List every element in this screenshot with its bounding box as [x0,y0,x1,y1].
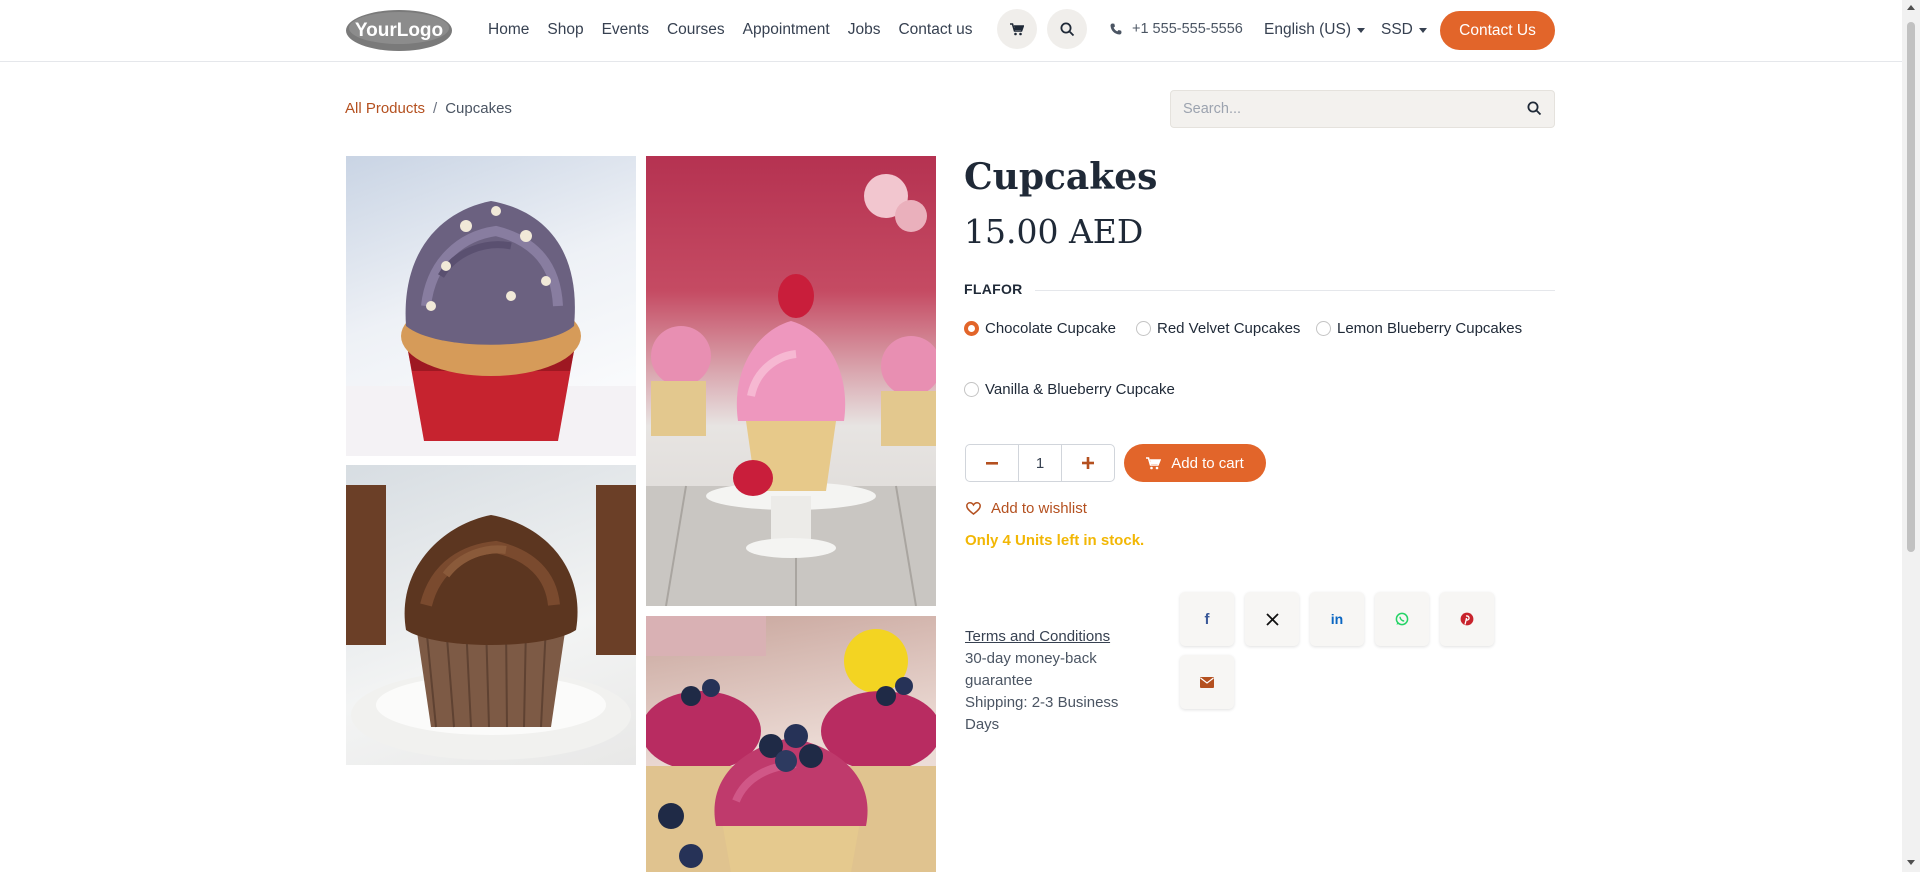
breadcrumb-current: Cupcakes [445,100,512,117]
quantity-input[interactable]: 1 [1018,445,1062,481]
search-input[interactable] [1171,91,1501,127]
breadcrumb-all-products[interactable]: All Products [345,100,425,117]
option-vanilla-blueberry-cupcake[interactable]: Vanilla & Blueberry Cupcake [964,381,1175,398]
phone-link[interactable]: +1 555-555-5556 [1110,21,1243,37]
minus-icon [986,462,998,465]
share-pinterest-button[interactable] [1440,592,1494,646]
cart-icon [1146,456,1162,469]
nav-events[interactable]: Events [602,21,658,39]
decrease-quantity-button[interactable] [966,445,1018,481]
increase-quantity-button[interactable] [1062,445,1114,481]
option-label: Chocolate Cupcake [985,320,1116,337]
scroll-down-icon[interactable] [1907,860,1915,865]
chevron-down-icon [1418,27,1427,33]
option-label: Red Velvet Cupcakes [1157,320,1301,337]
nav-courses[interactable]: Courses [667,21,734,39]
share-email-button[interactable] [1180,655,1234,709]
quantity-stepper: 1 [965,444,1115,482]
phone-number: +1 555-555-5556 [1132,21,1243,37]
cart-icon [1010,22,1024,35]
language-selector[interactable]: English (US) [1264,21,1365,39]
nav-contact-us[interactable]: Contact us [898,21,981,39]
whatsapp-icon [1395,612,1409,626]
contact-us-button[interactable]: Contact Us [1440,11,1555,50]
site-header: YourLogo Home Shop Events Courses Appoin… [0,0,1902,62]
email-icon [1200,676,1214,688]
product-terms: Terms and Conditions 30-day money-back g… [965,626,1145,736]
stock-message: Only 4 Units left in stock. [965,532,1145,549]
radio-unselected[interactable] [1136,321,1151,336]
logo[interactable]: YourLogo [345,9,453,52]
radio-unselected[interactable] [1316,321,1331,336]
add-to-cart-label: Add to cart [1171,454,1244,472]
shipping-text: Shipping: 2-3 Business Days [965,694,1119,733]
search-icon[interactable] [1527,101,1542,116]
share-facebook-button[interactable]: f [1180,592,1234,646]
attribute-divider [1035,290,1555,291]
scroll-thumb[interactable] [1907,22,1915,552]
guarantee-text: 30-day money-back guarantee [965,650,1097,689]
product-price: 15.00 AED [964,212,1144,251]
radio-unselected[interactable] [964,382,979,397]
scroll-up-icon[interactable] [1907,5,1915,10]
wishlist-label: Add to wishlist [991,500,1087,517]
radio-selected[interactable] [964,321,979,336]
breadcrumb: All Products / Cupcakes [345,100,512,117]
product-image-blueberry-cupcake[interactable] [346,156,636,456]
option-label: Vanilla & Blueberry Cupcake [985,381,1175,398]
product-image-berry-cupcakes[interactable] [646,616,936,872]
nav-home[interactable]: Home [488,21,538,39]
currency-label: SSD [1381,21,1413,38]
x-icon [1265,612,1279,626]
terms-and-conditions-link[interactable]: Terms and Conditions [965,626,1145,648]
attribute-name: FLAFOR [964,281,1023,297]
nav-jobs[interactable]: Jobs [848,21,890,39]
option-chocolate-cupcake[interactable]: Chocolate Cupcake [964,320,1116,337]
product-title: Cupcakes [964,156,1158,198]
option-lemon-blueberry-cupcakes[interactable]: Lemon Blueberry Cupcakes [1316,320,1522,337]
cart-button[interactable] [997,9,1037,49]
plus-icon [1082,457,1094,469]
pinterest-icon [1460,612,1474,626]
search-icon [1060,22,1074,36]
add-to-cart-button[interactable]: Add to cart [1124,444,1266,482]
linkedin-icon: in [1330,611,1344,627]
share-linkedin-button[interactable]: in [1310,592,1364,646]
option-label: Lemon Blueberry Cupcakes [1337,320,1523,337]
chevron-down-icon [1357,27,1365,33]
search-button[interactable] [1047,9,1087,49]
language-label: English (US) [1264,21,1351,38]
share-x-button[interactable] [1245,592,1299,646]
logo-text: YourLogo [355,20,443,41]
currency-selector[interactable]: SSD [1381,21,1427,39]
main-nav: Home Shop Events Courses Appointment Job… [488,21,982,39]
product-search-box [1170,90,1555,128]
page-scrollbar[interactable] [1902,0,1920,872]
option-red-velvet-cupcakes[interactable]: Red Velvet Cupcakes [1136,320,1300,337]
add-to-wishlist-button[interactable]: Add to wishlist [966,500,1087,517]
phone-icon [1110,23,1122,35]
product-image-chocolate-cupcake[interactable] [346,465,636,765]
share-whatsapp-button[interactable] [1375,592,1429,646]
nav-appointment[interactable]: Appointment [743,21,839,39]
nav-shop[interactable]: Shop [547,21,592,39]
product-image-raspberry-cupcake[interactable] [646,156,936,606]
breadcrumb-separator: / [433,100,438,117]
facebook-icon: f [1204,610,1210,628]
heart-icon [966,502,981,515]
